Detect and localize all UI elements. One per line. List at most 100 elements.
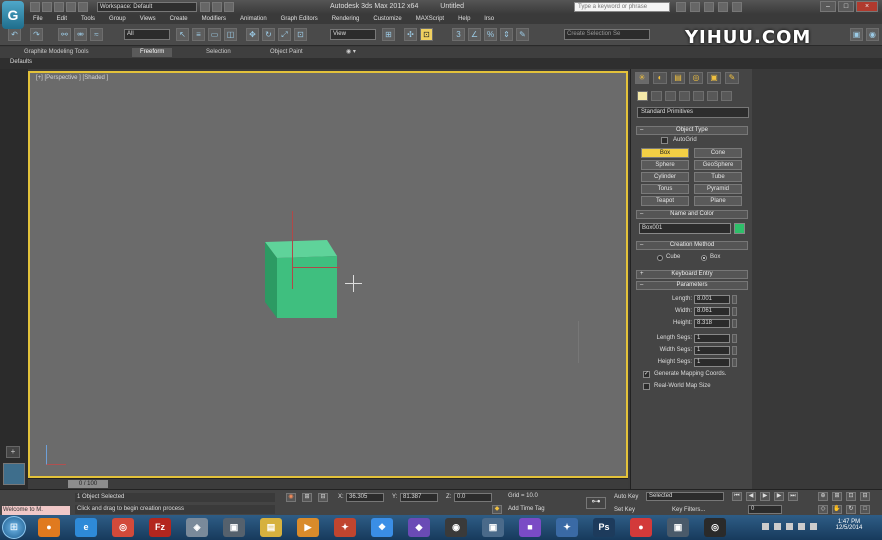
field-of-view-icon[interactable]: ◇ xyxy=(818,505,828,514)
primitive-category-select[interactable]: Standard Primitives xyxy=(637,107,749,118)
tray-volume-icon[interactable] xyxy=(786,523,793,530)
transform-gizmo-z-axis[interactable] xyxy=(292,211,293,289)
orbit-icon[interactable]: ↻ xyxy=(846,505,856,514)
go-to-start-icon[interactable]: ⏮ xyxy=(732,492,742,501)
taskbar-app-14-icon[interactable]: ■ xyxy=(519,518,541,537)
zoom-icon[interactable]: ⊕ xyxy=(818,492,828,501)
render-setup-icon[interactable]: ▣ xyxy=(850,28,863,41)
menu-item-rendering[interactable]: Rendering xyxy=(325,16,367,22)
shapes-icon[interactable] xyxy=(651,91,662,101)
clock[interactable]: 1:47 PM 12/5/2014 xyxy=(825,519,873,531)
geometry-icon[interactable] xyxy=(637,91,648,101)
tab-graphite-modeling-tools[interactable]: Graphite Modeling Tools xyxy=(16,48,97,57)
taskbar-app-15-icon[interactable]: ✦ xyxy=(556,518,578,537)
primitive-tube-button[interactable]: Tube xyxy=(694,172,742,182)
primitive-teapot-button[interactable]: Teapot xyxy=(641,196,689,206)
rect-selection-icon[interactable]: ▭ xyxy=(208,28,221,41)
app-logo-icon[interactable]: G xyxy=(2,1,24,29)
redo-icon[interactable]: ↷ xyxy=(30,28,43,41)
viewport-layout-icon[interactable] xyxy=(3,463,25,485)
cameras-icon[interactable] xyxy=(679,91,690,101)
tray-network-icon[interactable] xyxy=(774,523,781,530)
reference-coordinate-select[interactable]: View xyxy=(330,29,376,40)
taskbar-app-9-icon[interactable]: ✦ xyxy=(334,518,356,537)
taskbar-chrome-icon[interactable]: ◎ xyxy=(112,518,134,537)
bind-space-warp-icon[interactable]: ≈ xyxy=(90,28,103,41)
menu-item-edit[interactable]: Edit xyxy=(50,16,74,22)
box-object[interactable] xyxy=(255,238,341,322)
snap-toggle-icon[interactable]: 3 xyxy=(452,28,465,41)
open-file-icon[interactable] xyxy=(42,2,52,12)
primitive-geosphere-button[interactable]: GeoSphere xyxy=(694,160,742,170)
menu-item-animation[interactable]: Animation xyxy=(233,16,274,22)
quick-access-icon[interactable] xyxy=(224,2,234,12)
primitive-box-button[interactable]: Box xyxy=(641,148,689,158)
taskbar-photoshop-icon[interactable]: Ps xyxy=(593,518,615,537)
taskbar-folder-icon[interactable]: ▤ xyxy=(260,518,282,537)
width-field[interactable]: 8.061 xyxy=(694,307,730,316)
length-field[interactable]: 8.001 xyxy=(694,295,730,304)
key-filters-button[interactable]: Key Filters... xyxy=(672,507,705,513)
menu-item-views[interactable]: Views xyxy=(133,16,163,22)
tray-flag-icon[interactable] xyxy=(762,523,769,530)
taskbar-app-5-icon[interactable]: ◈ xyxy=(186,518,208,537)
create-tab-icon[interactable]: ✳ xyxy=(635,72,649,84)
space-warps-icon[interactable] xyxy=(707,91,718,101)
width-segs-field[interactable]: 1 xyxy=(694,346,730,355)
primitive-pyramid-button[interactable]: Pyramid xyxy=(694,184,742,194)
rollout-object-type[interactable]: – Object Type xyxy=(636,126,748,135)
display-tab-icon[interactable]: ▣ xyxy=(707,72,721,84)
select-manipulate-icon[interactable]: ✣ xyxy=(404,28,417,41)
length-spinner[interactable] xyxy=(732,295,737,304)
taskbar-app-6-icon[interactable]: ▣ xyxy=(223,518,245,537)
redo-icon[interactable] xyxy=(78,2,88,12)
taskbar-filezilla-icon[interactable]: Fz xyxy=(149,518,171,537)
zoom-extents-icon[interactable]: ⊡ xyxy=(846,492,856,501)
taskbar-internet-explorer-icon[interactable]: e xyxy=(75,518,97,537)
height-spinner[interactable] xyxy=(732,319,737,328)
lights-icon[interactable] xyxy=(665,91,676,101)
named-selection-set-select[interactable]: Create Selection Se xyxy=(564,29,650,40)
favorites-icon[interactable] xyxy=(718,2,728,12)
modify-tab-icon[interactable]: ◐ xyxy=(653,72,667,84)
select-link-icon[interactable]: ⚯ xyxy=(58,28,71,41)
object-color-swatch[interactable] xyxy=(734,223,745,234)
scale-icon[interactable]: ⤢ xyxy=(278,28,291,41)
percent-snap-icon[interactable]: % xyxy=(484,28,497,41)
minimize-button[interactable]: – xyxy=(820,1,836,12)
time-slider-track[interactable]: 0 / 100 xyxy=(28,478,628,489)
select-by-name-icon[interactable]: ≡ xyxy=(192,28,205,41)
tray-app-icon[interactable] xyxy=(798,523,805,530)
tray-app-icon[interactable] xyxy=(810,523,817,530)
window-crossing-icon[interactable]: ◫ xyxy=(224,28,237,41)
primitive-plane-button[interactable]: Plane xyxy=(694,196,742,206)
height-segs-spinner[interactable] xyxy=(732,358,737,367)
menu-item-maxscript[interactable]: MAXScript xyxy=(409,16,451,22)
spinner-snap-icon[interactable]: ⇕ xyxy=(500,28,513,41)
x-coordinate-field[interactable]: 36.305 xyxy=(346,493,384,502)
maximize-viewport-icon[interactable]: ⊟ xyxy=(860,492,870,501)
rollout-keyboard-entry[interactable]: + Keyboard Entry xyxy=(636,270,748,279)
select-object-icon[interactable]: ↖ xyxy=(176,28,189,41)
undo-icon[interactable]: ↶ xyxy=(8,28,21,41)
scale-icon[interactable]: ⊡ xyxy=(294,28,307,41)
tab-selection[interactable]: Selection xyxy=(198,48,239,57)
hierarchy-tab-icon[interactable]: ▤ xyxy=(671,72,685,84)
taskbar-app-13-icon[interactable]: ▣ xyxy=(482,518,504,537)
absolute-mode-icon[interactable]: ⊟ xyxy=(318,493,328,502)
move-icon[interactable]: ✥ xyxy=(246,28,259,41)
lock-selection-icon[interactable]: ⊞ xyxy=(302,493,312,502)
menu-item-group[interactable]: Group xyxy=(102,16,133,22)
previous-frame-icon[interactable]: ◀ xyxy=(746,492,756,501)
set-key-label[interactable]: Set Key xyxy=(614,507,635,513)
height-segs-field[interactable]: 1 xyxy=(694,358,730,367)
taskbar-app-18-icon[interactable]: ▣ xyxy=(667,518,689,537)
menu-item-file[interactable]: File xyxy=(26,16,50,22)
quick-access-icon[interactable] xyxy=(212,2,222,12)
menu-item-customize[interactable]: Customize xyxy=(366,16,408,22)
angle-snap-icon[interactable]: ∠ xyxy=(468,28,481,41)
taskbar-firefox-icon[interactable]: ● xyxy=(38,518,60,537)
communication-icon[interactable] xyxy=(704,2,714,12)
primitive-sphere-button[interactable]: Sphere xyxy=(641,160,689,170)
time-slider[interactable]: 0 / 100 xyxy=(68,480,108,488)
